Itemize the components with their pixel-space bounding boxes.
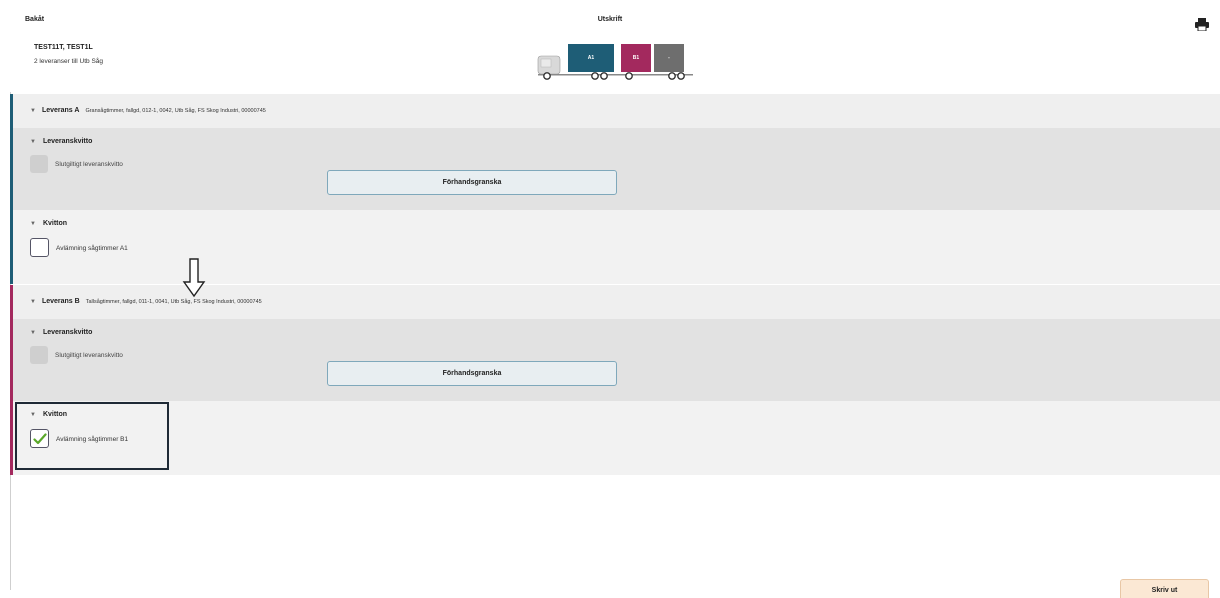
receipt-section-title: Leveranskvitto (42, 138, 93, 145)
receipt-section-title: Leveranskvitto (42, 329, 93, 336)
delivery-name: Leverans B (41, 298, 80, 305)
delivery-a-header[interactable]: ▼ Leverans A Gransågtimmer, fallgd, 012-… (13, 94, 1220, 128)
caret-down-icon: ▼ (30, 298, 36, 305)
receipt-section-b: ▼ Leveranskvitto Slutgiltigt leveranskvi… (13, 319, 1220, 401)
transport-subtitle: 2 leveranser till Utb Såg (34, 58, 104, 65)
transport-title: TEST11T, TEST1L (34, 44, 93, 51)
final-receipt-label: Slutgiltigt leveranskvitto (55, 161, 123, 168)
final-receipt-label: Slutgiltigt leveranskvitto (55, 352, 123, 359)
caret-down-icon: ▼ (30, 329, 36, 336)
highlight-box (15, 402, 169, 470)
kvitton-section-header[interactable]: ▼ Kvitton (30, 220, 67, 227)
delivery-description: Tallsågtimmer, fallgd, 011-1, 0041, Utb … (85, 298, 262, 305)
page-title: Utskrift (597, 16, 623, 23)
receipt-section-a: ▼ Leveranskvitto Slutgiltigt leveranskvi… (13, 128, 1220, 210)
preview-button[interactable]: Förhandsgranska (327, 361, 617, 386)
final-receipt-checkbox (30, 155, 48, 173)
caret-down-icon: ▼ (30, 220, 36, 227)
delivery-name: Leverans A (41, 107, 80, 114)
delivery-b: ▼ Leverans B Tallsågtimmer, fallgd, 011-… (10, 285, 1220, 475)
page-header: Bakåt Utskrift TEST11T, TEST1L 2 leveran… (0, 0, 1220, 92)
kvitton-checkbox-a1[interactable] (30, 238, 49, 257)
receipt-section-header[interactable]: ▼ Leveranskvitto (30, 138, 92, 145)
printer-icon[interactable] (1194, 16, 1210, 32)
caret-down-icon: ▼ (30, 138, 36, 145)
truck-illustration: A1 B1 - (535, 40, 695, 82)
kvitton-label-a1: Avlämning sågtimmer A1 (56, 245, 128, 252)
receipt-section-header[interactable]: ▼ Leveranskvitto (30, 329, 92, 336)
delivery-description: Gransågtimmer, fallgd, 012-1, 0042, Utb … (85, 107, 266, 114)
print-button[interactable]: Skriv ut (1120, 579, 1209, 598)
down-arrow-icon (182, 258, 206, 298)
preview-button[interactable]: Förhandsgranska (327, 170, 617, 195)
final-receipt-checkbox (30, 346, 48, 364)
delivery-a: ▼ Leverans A Gransågtimmer, fallgd, 012-… (10, 94, 1220, 284)
truck-slot-a1-label: A1 (588, 55, 595, 61)
kvitton-section-title: Kvitton (42, 220, 68, 227)
kvitton-section-b: ▼ Kvitton Avlämning sågtimmer B1 (13, 401, 1220, 475)
caret-down-icon: ▼ (30, 107, 36, 114)
truck-slot-b1-label: B1 (633, 55, 640, 61)
